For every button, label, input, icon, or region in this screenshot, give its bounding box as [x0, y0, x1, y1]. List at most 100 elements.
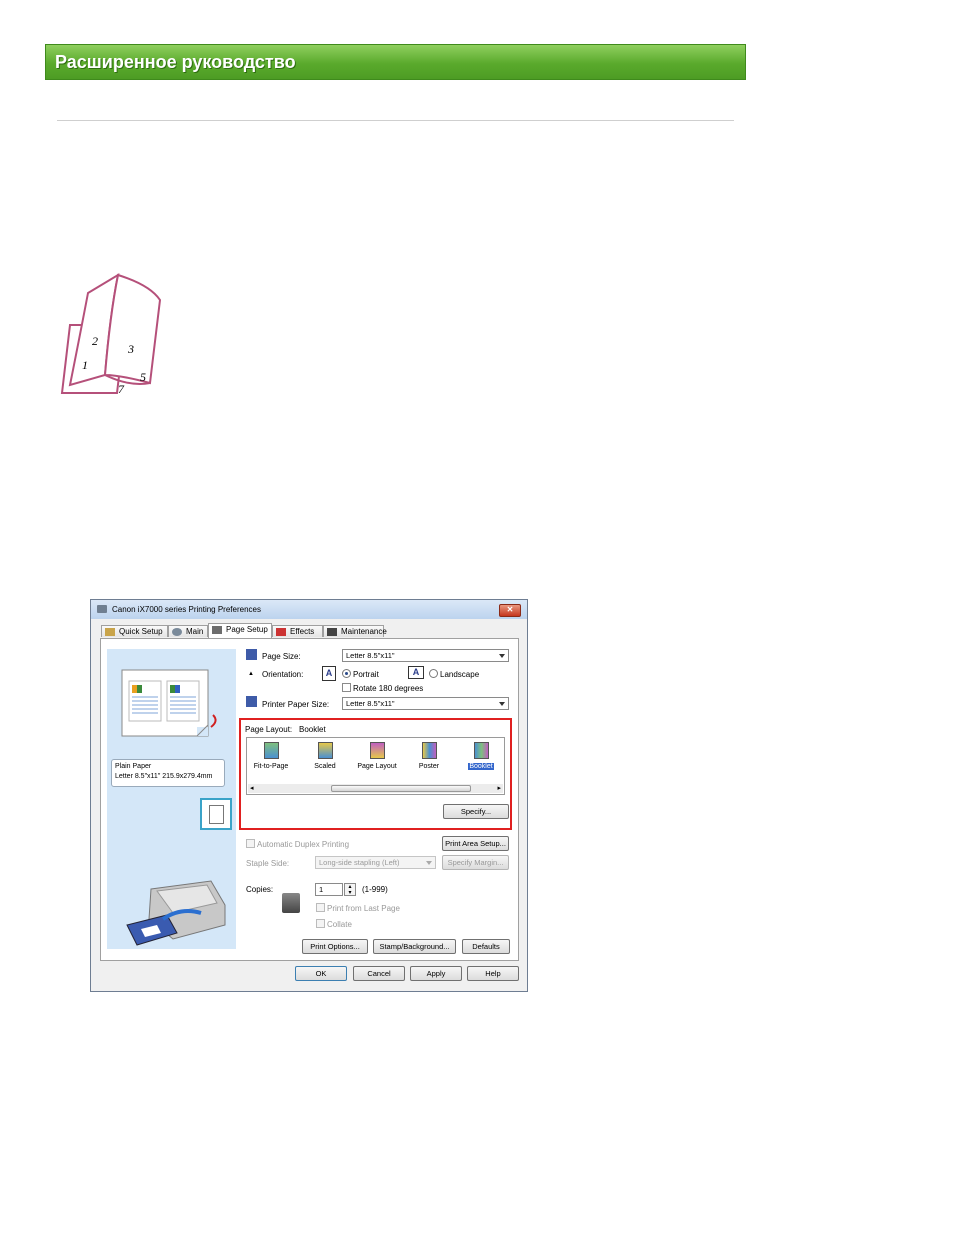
scroll-right-icon[interactable]: ▸	[497, 784, 501, 792]
print-from-last-page-label: Print from Last Page	[327, 904, 400, 913]
tab-page-setup[interactable]: Page Setup	[208, 623, 272, 638]
copies-value: 1	[319, 885, 324, 894]
print-from-last-page-checkbox[interactable]	[316, 903, 325, 912]
page-size-label: Page Size:	[262, 652, 301, 661]
chevron-down-icon	[499, 702, 505, 706]
paper-info-box: Plain Paper Letter 8.5"x11" 215.9x279.4m…	[111, 759, 225, 787]
copies-range: (1-999)	[362, 885, 388, 894]
tab-label: Effects	[290, 627, 315, 636]
rotate-180-checkbox[interactable]	[342, 683, 351, 692]
page-number-3: 3	[127, 342, 134, 356]
tab-label: Quick Setup	[119, 627, 163, 636]
automatic-duplex-checkbox[interactable]	[246, 839, 255, 848]
effects-icon	[276, 628, 286, 636]
tab-label: Maintenance	[341, 627, 387, 636]
booklet-illustration: 2 3 1 5 7	[60, 272, 162, 396]
tab-quick-setup[interactable]: Quick Setup	[101, 625, 168, 637]
printer-paper-size-select[interactable]: Letter 8.5"x11"	[342, 697, 509, 710]
printer-icon	[97, 605, 107, 613]
close-button[interactable]: ✕	[499, 604, 521, 617]
layout-fit-to-page[interactable]: Fit-to-Page	[249, 742, 293, 770]
booklet-preview-image	[121, 669, 217, 737]
orientation-label: Orientation:	[262, 670, 304, 679]
booklet-icon	[473, 742, 489, 759]
printing-preferences-dialog: Canon iX7000 series Printing Preferences…	[90, 599, 528, 992]
tab-effects[interactable]: Effects	[272, 625, 323, 637]
tab-maintenance[interactable]: Maintenance	[323, 625, 387, 637]
page-layout-icon	[369, 742, 385, 759]
tab-main[interactable]: Main	[168, 625, 208, 637]
portrait-label: Portrait	[353, 670, 379, 679]
layout-item-label: Poster	[418, 763, 440, 770]
layout-scaled[interactable]: Scaled	[303, 742, 347, 770]
dialog-titlebar: Canon iX7000 series Printing Preferences…	[91, 600, 527, 619]
landscape-label: Landscape	[440, 670, 480, 679]
layout-page-layout[interactable]: Page Layout	[355, 742, 399, 770]
layout-list-scrollbar[interactable]: ◂ ▸	[248, 784, 503, 793]
page-layout-list: Fit-to-Page Scaled Page Layout Poster Bo…	[246, 737, 505, 795]
main-icon	[172, 628, 182, 636]
quick-setup-icon	[105, 628, 115, 636]
cancel-button[interactable]: Cancel	[353, 966, 405, 981]
ok-button[interactable]: OK	[295, 966, 347, 981]
page-layout-highlight: Page Layout: Booklet Fit-to-Page Scaled …	[239, 718, 512, 830]
layout-item-label: Booklet	[468, 763, 494, 770]
dialog-title: Canon iX7000 series Printing Preferences	[112, 605, 261, 614]
defaults-button[interactable]: Defaults	[462, 939, 510, 954]
paper-sheet-icon	[208, 805, 224, 824]
scaled-icon	[317, 742, 333, 759]
paper-source-indicator	[200, 798, 232, 830]
page-number-1: 1	[82, 358, 88, 372]
close-icon: ✕	[506, 605, 514, 614]
print-area-setup-button[interactable]: Print Area Setup...	[442, 836, 509, 851]
landscape-radio[interactable]	[429, 669, 438, 678]
page-size-value: Letter 8.5"x11"	[346, 651, 395, 660]
divider	[57, 120, 734, 121]
paper-type-text: Plain Paper	[115, 763, 152, 770]
printer-paper-size-icon	[246, 696, 257, 707]
guide-header-title: Расширенное руководство	[55, 52, 296, 72]
rotate-180-label: Rotate 180 degrees	[353, 684, 424, 693]
page-size-icon	[246, 649, 257, 660]
layout-booklet[interactable]: Booklet	[459, 742, 503, 770]
staple-side-value: Long-side stapling (Left)	[319, 858, 400, 867]
paper-size-text: Letter 8.5"x11" 215.9x279.4mm	[115, 773, 213, 780]
scroll-thumb[interactable]	[331, 785, 471, 792]
specify-margin-button[interactable]: Specify Margin...	[442, 855, 509, 870]
settings-preview: Plain Paper Letter 8.5"x11" 215.9x279.4m…	[107, 649, 236, 949]
page-size-select[interactable]: Letter 8.5"x11"	[342, 649, 509, 662]
page-number-2: 2	[92, 334, 98, 348]
collate-checkbox[interactable]	[316, 919, 325, 928]
poster-icon	[421, 742, 437, 759]
print-options-button[interactable]: Print Options...	[302, 939, 368, 954]
layout-item-label: Fit-to-Page	[253, 763, 289, 770]
portrait-icon: A	[322, 666, 336, 681]
stamp-background-button[interactable]: Stamp/Background...	[373, 939, 456, 954]
page-layout-label: Page Layout:	[245, 725, 293, 734]
maintenance-icon	[327, 628, 337, 636]
staple-side-select[interactable]: Long-side stapling (Left)	[315, 856, 436, 869]
apply-button[interactable]: Apply	[410, 966, 462, 981]
printer-paper-size-value: Letter 8.5"x11"	[346, 699, 395, 708]
page-setup-panel: Plain Paper Letter 8.5"x11" 215.9x279.4m…	[100, 638, 519, 961]
page-number-7: 7	[118, 382, 125, 396]
chevron-down-icon	[426, 861, 432, 865]
collate-label: Collate	[327, 920, 352, 929]
copies-label: Copies:	[246, 885, 274, 894]
layout-item-label: Page Layout	[357, 763, 397, 770]
copies-spinner[interactable]: ▴ ▾	[344, 883, 356, 896]
page-number-5: 5	[140, 370, 146, 384]
tab-label: Main	[186, 627, 204, 636]
layout-poster[interactable]: Poster	[407, 742, 451, 770]
scroll-left-icon[interactable]: ◂	[250, 784, 254, 792]
portrait-radio[interactable]	[342, 669, 351, 678]
help-button[interactable]: Help	[467, 966, 519, 981]
fit-to-page-icon	[263, 742, 279, 759]
printer-illustration	[126, 880, 226, 946]
specify-button[interactable]: Specify...	[443, 804, 509, 819]
page-setup-icon	[212, 626, 222, 634]
staple-side-label: Staple Side:	[246, 859, 290, 868]
copies-input[interactable]: 1	[315, 883, 343, 896]
automatic-duplex-label: Automatic Duplex Printing	[257, 840, 350, 849]
tab-label: Page Setup	[226, 625, 268, 634]
